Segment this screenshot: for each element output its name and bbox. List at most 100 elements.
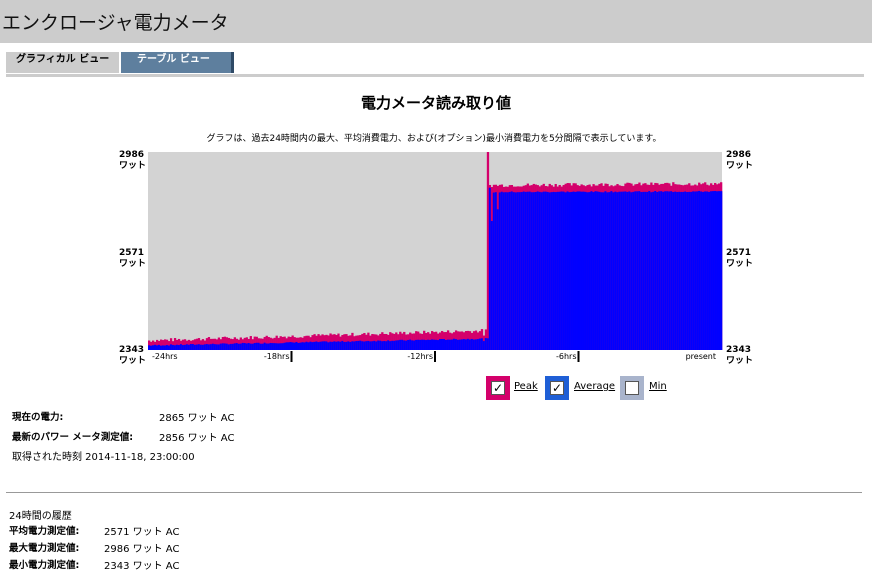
average-bar (580, 191, 583, 350)
average-bar (674, 191, 677, 350)
min-power-value: 2343 ワット AC (104, 561, 180, 572)
average-bar (281, 343, 284, 350)
average-bar (618, 191, 621, 350)
latest-meter-label: 最新のパワー メータ測定値: (12, 432, 134, 443)
average-bar (612, 192, 615, 350)
average-bar (183, 344, 187, 350)
average-bar (325, 341, 328, 350)
average-bar (458, 339, 462, 350)
average-bar (377, 340, 380, 350)
average-bar (578, 191, 581, 350)
average-bar (409, 339, 412, 350)
average-bar (317, 342, 320, 350)
reading-time: 取得された時刻 2014-11-18, 23:00:00 (12, 452, 195, 463)
average-bar (417, 339, 420, 350)
average-bar (269, 342, 272, 350)
average-bar (622, 191, 625, 350)
average-bar (636, 191, 639, 350)
average-bar (185, 344, 189, 350)
min-checkbox[interactable] (620, 376, 644, 400)
average-bar (508, 191, 512, 350)
average-bar (512, 192, 516, 350)
average-bar (233, 343, 236, 350)
average-bar (391, 340, 394, 350)
max-power-value: 2986 ワット AC (104, 544, 180, 555)
average-bar (179, 344, 183, 350)
latest-meter-value: 2856 ワット AC (159, 433, 235, 444)
average-bar (263, 342, 266, 350)
average-bar (496, 209, 500, 350)
average-bar (257, 342, 260, 350)
average-bar (293, 342, 296, 350)
average-bar (345, 341, 348, 350)
average-bar (427, 339, 430, 350)
legend-average-label[interactable]: Average (574, 381, 615, 392)
average-bar (337, 341, 340, 350)
average-bar (421, 339, 424, 350)
average-bar (676, 191, 679, 350)
average-bar (419, 339, 422, 350)
average-bar (209, 344, 213, 350)
average-bar (203, 344, 207, 350)
x-tick-label: -6hrs (556, 352, 577, 361)
average-bar (265, 343, 268, 350)
average-bar (490, 220, 494, 350)
average-bar (383, 341, 386, 350)
average-bar (606, 192, 609, 350)
average-bar (283, 342, 286, 350)
average-bar (544, 191, 547, 350)
average-bar (401, 339, 404, 350)
average-bar (678, 191, 681, 350)
average-bar (668, 191, 671, 350)
average-bar (403, 340, 406, 350)
average-bar (327, 342, 330, 350)
average-bar (514, 192, 518, 350)
average-bar (526, 191, 529, 350)
average-bar (243, 343, 246, 350)
average-bar (482, 341, 486, 350)
average-bar (706, 191, 709, 350)
average-bar (251, 343, 254, 350)
average-bar (476, 339, 480, 350)
legend-peak-label[interactable]: Peak (514, 381, 538, 392)
average-checkbox[interactable]: ✓ (545, 376, 569, 400)
average-bar (590, 191, 593, 350)
average-bar (686, 192, 689, 350)
average-bar (211, 343, 215, 350)
average-bar (570, 191, 573, 350)
average-bar (375, 341, 378, 350)
average-bar (554, 192, 557, 350)
peak-checkbox[interactable]: ✓ (486, 376, 510, 400)
average-bar (347, 341, 350, 350)
average-bar (500, 191, 504, 350)
average-bar (287, 342, 290, 350)
history-title: 24時間の履歴 (9, 511, 72, 522)
average-bar (221, 343, 225, 350)
average-bar (442, 339, 446, 350)
average-bar (472, 339, 476, 350)
average-bar (560, 191, 563, 350)
average-bar (510, 191, 514, 350)
average-bar (205, 344, 209, 350)
average-bar (245, 343, 248, 350)
average-bar (716, 191, 719, 350)
average-bar (249, 343, 252, 350)
average-bar (620, 191, 623, 350)
average-bar (239, 343, 242, 350)
average-bar (474, 339, 478, 350)
average-bar (670, 191, 673, 350)
average-bar (261, 343, 264, 350)
current-power-label: 現在の電力: (12, 412, 64, 423)
average-bar (448, 339, 452, 350)
average-bar (169, 344, 173, 350)
average-bar (626, 191, 629, 350)
average-bar (702, 191, 705, 350)
average-bar (331, 341, 334, 350)
average-bar (148, 345, 151, 350)
average-bar (267, 343, 270, 350)
legend-min-label[interactable]: Min (649, 381, 667, 392)
average-bar (664, 191, 667, 350)
average-bar (538, 191, 541, 350)
divider (6, 492, 862, 493)
average-bar (652, 191, 655, 350)
